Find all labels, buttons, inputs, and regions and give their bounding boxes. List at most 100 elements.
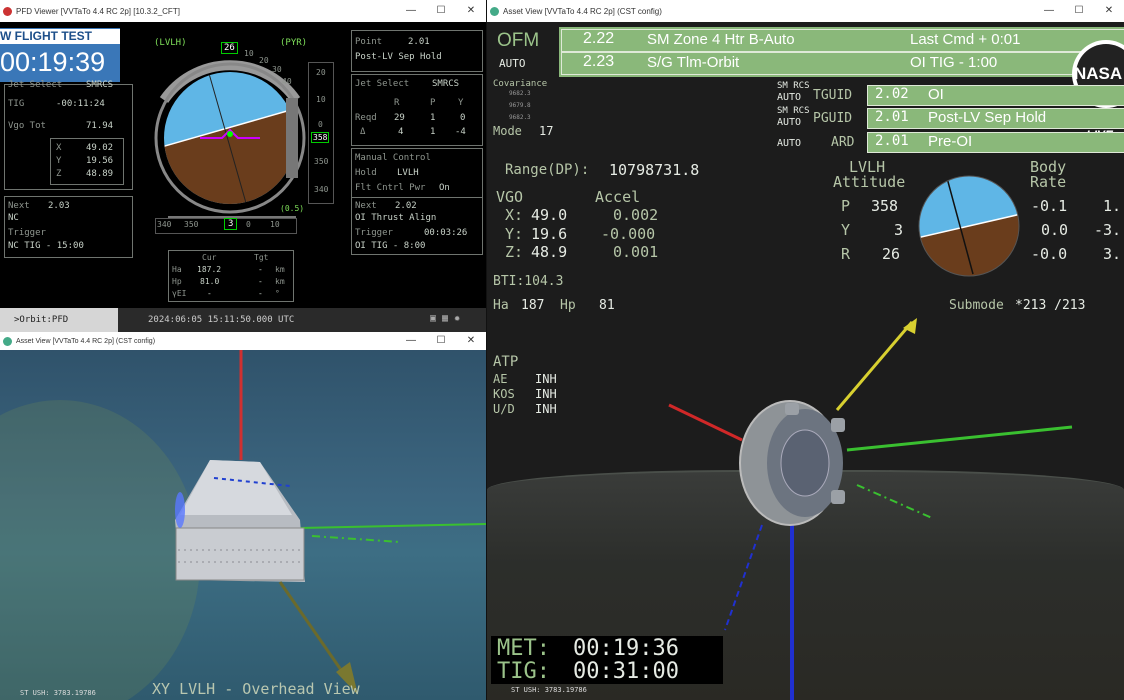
guid-row-2-auto: AUTO <box>777 117 802 128</box>
rate-header: Rate <box>1030 173 1067 191</box>
maximize-button[interactable]: ☐ <box>1064 0 1094 22</box>
lvlh-attitude-ball <box>918 175 1020 277</box>
orbit-pfd-breadcrumb[interactable]: >Orbit:PFD <box>0 308 118 332</box>
atp-ud-key: U/D <box>493 402 515 416</box>
asset-right-title: Asset View [VVTaTo 4.4 RC 2p] (CST confi… <box>503 6 662 16</box>
roll-scale-20: 20 <box>259 56 269 65</box>
capsule-overhead-view <box>0 350 486 700</box>
guid-row-1-code: 2.02 <box>875 86 909 102</box>
accel-y-value: -0.000 <box>601 225 656 243</box>
guid-row-3-code: 2.01 <box>875 133 909 149</box>
jet-select-value: SMRCS <box>86 80 114 90</box>
right-jet-select-label: Jet Select <box>355 79 410 89</box>
minimize-button[interactable]: — <box>396 332 426 350</box>
right-next-label: Next <box>355 201 377 211</box>
ofm-label: OFM <box>497 30 540 51</box>
nasa-wordmark: NASA <box>1074 64 1123 83</box>
vgo-x-axis: X: <box>505 206 524 224</box>
pfd-titlebar[interactable]: PFD Viewer [VVTaTo 4.4 RC 2p] [10.3.2_CF… <box>0 0 486 22</box>
hp-value: 81 <box>599 298 615 313</box>
ha-label: Ha <box>172 265 182 274</box>
hp-label: Hp <box>172 277 182 286</box>
flight-test-label: W FLIGHT TEST <box>0 29 120 44</box>
close-button[interactable]: ✕ <box>1094 0 1124 22</box>
range-value: 10798731.8 <box>609 161 700 179</box>
x-label: X <box>56 143 62 153</box>
jet-select-label: Jet Select <box>8 80 63 90</box>
minimize-button[interactable]: — <box>1034 0 1064 22</box>
asset-right-titlebar[interactable]: Asset View [VVTaTo 4.4 RC 2p] (CST confi… <box>487 0 1124 22</box>
met-label: MET: <box>497 636 550 661</box>
right-jet-select-value: SMRCS <box>432 79 460 89</box>
yei-cur: - <box>207 289 212 298</box>
atp-header: ATP <box>493 354 519 370</box>
yei-label: γEI <box>172 289 187 298</box>
guid-row-3-name: Pre-OI <box>928 133 973 150</box>
yaw-scale-10: 10 <box>270 220 280 229</box>
atp-ud-value: INH <box>535 402 557 416</box>
ofm-row-2-extra: OI TIG - 1:00 <box>910 54 998 71</box>
ofm-row-1: 2.22 SM Zone 4 Htr B-Auto Last Cmd + 0:0… <box>561 29 1124 52</box>
att-y-value: 3 <box>894 221 904 239</box>
vgo-label: Vgo Tot <box>8 121 46 131</box>
z-value: 48.89 <box>86 169 114 179</box>
asset-view-left-window: Asset View [VVTaTo 4.4 RC 2p] (CST confi… <box>0 332 486 700</box>
guid-row-2-bar: 2.01 Post-LV Sep Hold <box>867 108 1124 129</box>
hp-label: Hp <box>560 298 576 313</box>
ofm-row-1-name: SM Zone 4 Htr B-Auto <box>647 31 795 48</box>
maximize-button[interactable]: ☐ <box>426 332 456 350</box>
delta-p: 1 <box>430 127 436 137</box>
rate-tag: (0.5) <box>280 204 305 213</box>
vgo-x-value: 49.0 <box>531 206 568 224</box>
point-label: Point <box>355 37 383 47</box>
y-value: 19.56 <box>86 156 114 166</box>
pfd-window-title: PFD Viewer [VVTaTo 4.4 RC 2p] [10.3.2_CF… <box>16 6 180 16</box>
close-button[interactable]: ✕ <box>456 0 486 22</box>
asset-left-titlebar[interactable]: Asset View [VVTaTo 4.4 RC 2p] (CST confi… <box>0 332 486 350</box>
covariance-value-3: 9682.3 <box>509 114 531 121</box>
rate-y-2: -3. <box>1094 221 1122 239</box>
tig-value: 00:31:00 <box>573 659 679 684</box>
rate-p-2: 1. <box>1103 197 1122 215</box>
ofm-row-2-code: 2.23 <box>583 53 615 70</box>
vgo-y-axis: Y: <box>505 225 524 243</box>
next-label: Next <box>8 201 30 211</box>
cur-header: Cur <box>202 253 217 262</box>
flight-test-banner: W FLIGHT TEST 00:19:39 <box>0 28 120 82</box>
guid-row-2-code: 2.01 <box>875 109 909 125</box>
atp-kos-value: INH <box>535 387 557 401</box>
ofm-row-2: 2.23 S/G Tlm-Orbit OI TIG - 1:00 <box>561 52 1124 75</box>
right-trigger-label: Trigger <box>355 228 393 238</box>
utc-timestamp: 2024:06:05 15:11:50.000 UTC <box>148 315 295 325</box>
guid-row-2-name: Post-LV Sep Hold <box>928 109 1047 126</box>
app-icon <box>490 7 499 16</box>
ofm-row-1-extra: Last Cmd + 0:01 <box>910 31 1021 48</box>
next-name: NC <box>8 213 19 223</box>
mode-value: 17 <box>539 124 554 138</box>
roll-scale-10: 10 <box>244 49 254 58</box>
close-button[interactable]: ✕ <box>456 332 486 350</box>
tgt-header: Tgt <box>254 253 269 262</box>
att-p-value: 358 <box>871 197 899 215</box>
reqd-p: 1 <box>430 113 436 123</box>
covariance-value-2: 9679.8 <box>509 102 531 109</box>
covariance-value-1: 9682.3 <box>509 90 531 97</box>
asset-view-right-window: Asset View [VVTaTo 4.4 RC 2p] (CST confi… <box>487 0 1124 700</box>
yaw-scale-350: 350 <box>184 220 199 229</box>
yaw-scale-0: 0 <box>246 220 251 229</box>
maximize-button[interactable]: ☐ <box>426 0 456 22</box>
y-label: Y <box>56 156 62 166</box>
roll-scale-40: 40 <box>282 77 292 86</box>
range-label: Range(DP): <box>505 162 590 178</box>
minimize-button[interactable]: — <box>396 0 426 22</box>
bti-readout: BTI:104.3 <box>493 274 564 289</box>
y-axis-label: Y <box>458 98 464 108</box>
point-name: Post-LV Sep Hold <box>355 52 442 62</box>
reqd-r: 29 <box>394 113 405 123</box>
footer-toolbar-icons[interactable]: ▣ ▦ ✹ <box>430 313 460 324</box>
att-r-axis: R <box>841 245 851 263</box>
left-st-ush-readout: ST USH: 3783.19786 <box>20 689 96 697</box>
r-label: R <box>394 98 400 108</box>
lvlh-tag: (LVLH) <box>154 38 187 48</box>
guid-row-1-name: OI <box>928 86 944 103</box>
